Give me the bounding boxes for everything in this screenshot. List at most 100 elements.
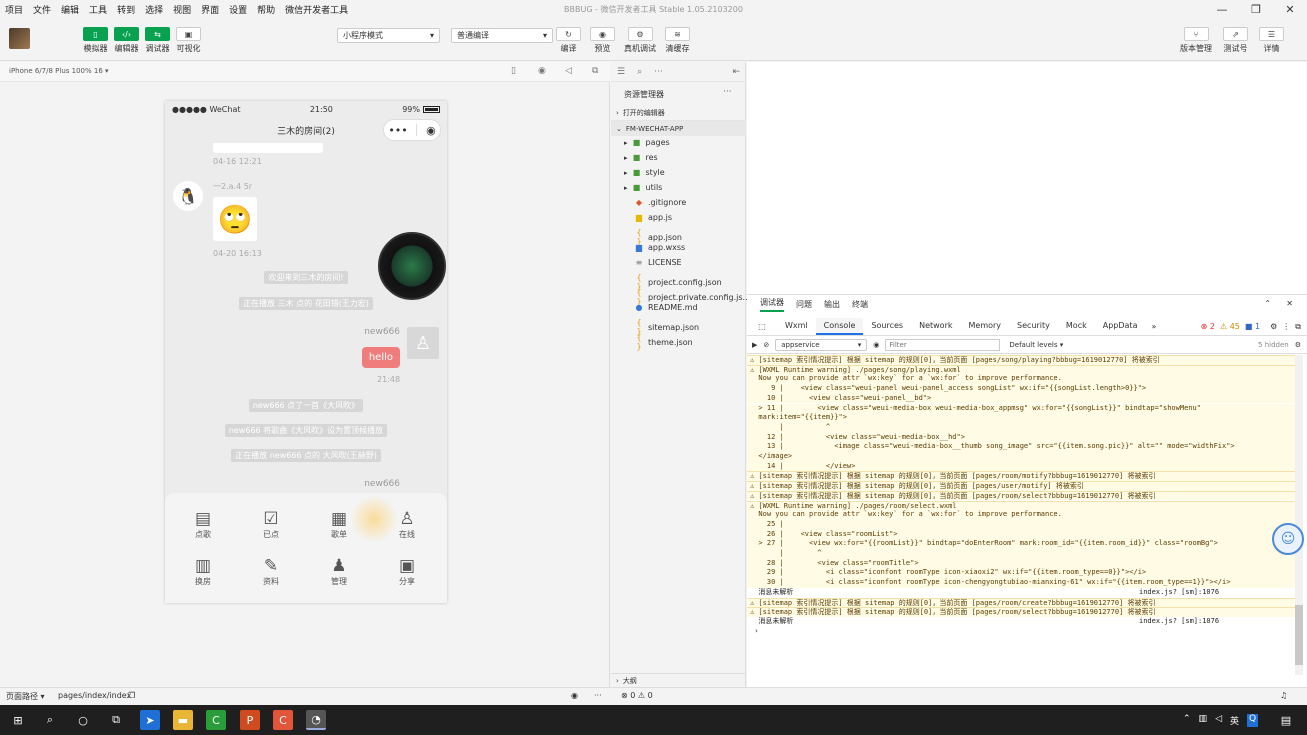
vinyl-disc[interactable] [378, 232, 446, 300]
volume-icon[interactable]: ◁ [1215, 714, 1222, 727]
mode-select[interactable]: 小程序模式 ▾ [337, 28, 440, 43]
tab-appdata[interactable]: AppData [1095, 318, 1146, 335]
app-tray-icon[interactable]: Q [1247, 714, 1259, 727]
可视化-button[interactable]: ▣ 可视化 [176, 27, 201, 54]
gear-icon[interactable]: ⚙ [1295, 341, 1307, 349]
menu-item-edit[interactable]: ✎ 资料 [251, 556, 291, 587]
模拟器-button[interactable]: ▯ 模拟器 [83, 27, 108, 54]
more-icon[interactable]: ··· [654, 67, 663, 77]
file-item[interactable]: ▸ ■ pages [624, 138, 670, 147]
tab-sources[interactable]: Sources [863, 318, 911, 335]
network-icon[interactable]: ▥ [1199, 714, 1208, 727]
play-icon[interactable]: ▶ [752, 341, 757, 349]
device-select[interactable]: iPhone 6/7/8 Plus 100% 16 ▾ [9, 67, 109, 75]
task-view-icon[interactable]: ⧉ [106, 710, 126, 730]
devtools-top-tab[interactable]: 问题 [796, 299, 812, 310]
file-item[interactable]: ◆ .gitignore [634, 198, 686, 207]
maximize-icon[interactable]: ❐ [1239, 0, 1273, 19]
tab-network[interactable]: Network [911, 318, 960, 335]
devtools-top-tab[interactable]: 调试器 [760, 297, 784, 312]
page-path-label[interactable]: 页面路径 ▾ [6, 691, 45, 702]
toolbar-button[interactable]: ⑂ 版本管理 [1180, 27, 1212, 54]
close-icon[interactable]: ✕ [1273, 0, 1307, 19]
more-icon[interactable]: ⋮ [1282, 322, 1290, 331]
app-icon[interactable]: ➤ [140, 710, 160, 730]
file-item[interactable]: ▆ app.js [634, 213, 672, 222]
project-section[interactable]: ⌄ FM-WECHAT-APP [611, 121, 746, 136]
menu-item-checklist[interactable]: ☑ 已点 [251, 509, 291, 540]
file-item[interactable]: ▸ ■ utils [624, 183, 662, 192]
eye-icon[interactable]: ◉ [873, 341, 879, 349]
more-tabs-icon[interactable]: » [1151, 322, 1156, 331]
collapse-icon[interactable]: ⇤ [732, 67, 740, 77]
record-icon[interactable]: ◉ [538, 66, 546, 76]
folder-icon[interactable]: ▬ [173, 710, 193, 730]
more-icon[interactable]: ••• [388, 124, 407, 137]
more-icon[interactable]: ··· [594, 691, 602, 700]
user-avatar-icon[interactable]: ♙ [407, 327, 439, 359]
wechat-devtools-icon[interactable]: ◔ [306, 710, 326, 730]
devtools-top-tab[interactable]: 输出 [824, 299, 840, 310]
code-editor-icon[interactable]: C [206, 710, 226, 730]
filter-input[interactable] [885, 339, 1001, 351]
toolbar-button[interactable]: ≋ 清缓存 [665, 27, 690, 54]
assistant-bot-icon[interactable]: ☺ [1272, 523, 1304, 555]
menu-item-inbox[interactable]: ▤ 点歌 [183, 509, 223, 540]
copy-icon[interactable]: ❐ [128, 691, 135, 700]
file-item[interactable]: ▆ app.wxss [634, 243, 685, 252]
minimize-icon[interactable]: — [1205, 0, 1239, 19]
open-editors-section[interactable]: › 打开的编辑器 [611, 106, 746, 121]
levels-select[interactable]: Default levels ▾ [1009, 341, 1063, 349]
chevron-up-icon[interactable]: ⌃ [1183, 714, 1191, 727]
context-select[interactable]: appservice ▾ [775, 339, 868, 351]
tab-mock[interactable]: Mock [1058, 318, 1095, 335]
phone-icon[interactable]: ▯ [511, 66, 516, 76]
collapse-up-icon[interactable]: ⌃ [1264, 299, 1271, 308]
编辑器-button[interactable]: ‹/› 编辑器 [114, 27, 139, 54]
toolbar-button[interactable]: ◉ 预览 [590, 27, 615, 54]
error-count[interactable]: ⊗ 2 [1201, 322, 1215, 331]
file-item[interactable]: ● README.md [634, 303, 698, 312]
more-icon[interactable]: ··· [723, 87, 732, 97]
cortana-icon[interactable]: ○ [73, 710, 93, 730]
file-item[interactable]: ≡ LICENSE [634, 258, 682, 267]
menu-item-grid[interactable]: ▣ 分享 [387, 556, 427, 587]
popout-icon[interactable]: ⧉ [592, 66, 598, 76]
toolbar-button[interactable]: ⚙ 真机调试 [624, 27, 656, 54]
file-item[interactable]: { } theme.json [634, 333, 692, 351]
list-icon[interactable]: ☰ [617, 67, 625, 77]
input-method-icon[interactable]: 英 [1230, 714, 1239, 727]
windows-start-icon[interactable]: ⊞ [8, 710, 28, 730]
tab-wxml[interactable]: Wxml [777, 318, 816, 335]
search-icon[interactable]: ⌕ [637, 67, 642, 77]
block-icon[interactable]: ⊘ [763, 341, 769, 349]
inspect-icon[interactable]: ⬚ [747, 322, 777, 331]
file-item[interactable]: ▸ ■ style [624, 168, 665, 177]
outline-section[interactable]: › 大纲 [611, 673, 746, 687]
close-circle-icon[interactable]: ◉ [426, 124, 436, 137]
avatar[interactable]: 🐧 [173, 181, 203, 211]
warning-count[interactable]: ⚠ 45 [1220, 322, 1240, 331]
console-output[interactable]: ⚠ [sitemap 索引情况提示] 根据 sitemap 的规则[0]，当前页… [747, 355, 1307, 675]
problems-count[interactable]: ⊗ 0 ⚠ 0 [621, 691, 653, 700]
tab-security[interactable]: Security [1009, 318, 1058, 335]
avatar[interactable] [9, 28, 30, 49]
gear-icon[interactable]: ⚙ [1270, 322, 1277, 331]
tab-console[interactable]: Console [815, 318, 864, 335]
devtools-top-tab[interactable]: 终端 [852, 299, 868, 310]
bell-icon[interactable]: ♫ [1280, 691, 1287, 700]
调试器-button[interactable]: ⇆ 调试器 [145, 27, 170, 54]
dock-icon[interactable]: ⧉ [1295, 322, 1301, 332]
notification-icon[interactable]: ▤ [1276, 710, 1296, 730]
close-icon[interactable]: ✕ [1286, 299, 1293, 308]
volume-icon[interactable]: ◁ [565, 66, 572, 76]
capsule-menu[interactable]: ••• ◉ [383, 119, 441, 141]
toolbar-button[interactable]: ⇗ 测试号 [1223, 27, 1248, 54]
file-item[interactable]: ▸ ■ res [624, 153, 658, 162]
menu-item-building[interactable]: ▥ 换房 [183, 556, 223, 587]
eye-icon[interactable]: ◉ [571, 691, 578, 700]
toolbar-button[interactable]: ↻ 编译 [556, 27, 581, 54]
info-count[interactable]: ■ 1 [1245, 322, 1260, 331]
compile-select[interactable]: 普通编译 ▾ [451, 28, 553, 43]
toolbar-button[interactable]: ☰ 详情 [1259, 27, 1284, 54]
